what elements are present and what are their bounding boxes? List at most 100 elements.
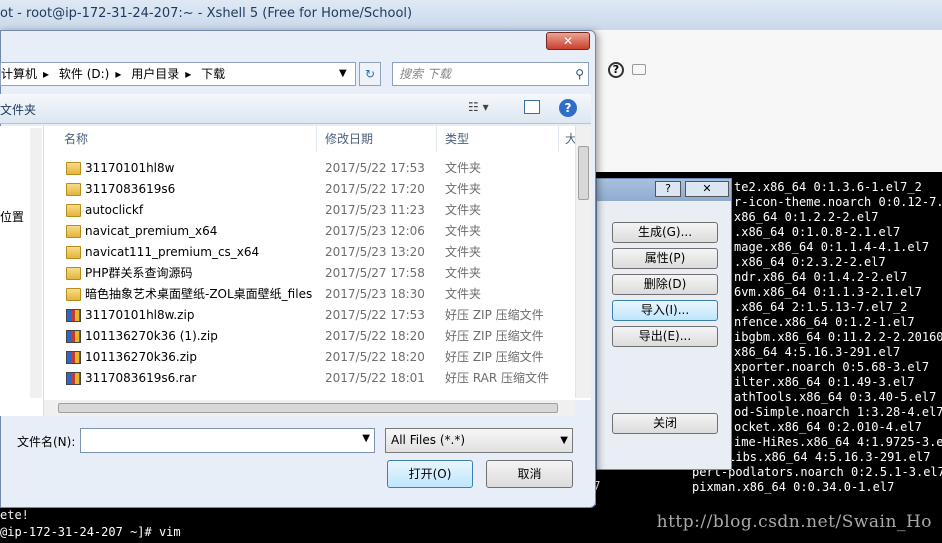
file-row[interactable]: 暗色抽象艺术桌面壁纸-ZOL桌面壁纸_files 2017/5/23 18:30 文… <box>44 284 574 305</box>
preview-pane-icon[interactable] <box>524 100 540 114</box>
folder-icon <box>66 267 81 280</box>
search-icon: ⚲ <box>575 67 584 81</box>
xshell-title-bar: ot - root@ip-172-31-24-207:~ - Xshell 5 … <box>0 0 942 30</box>
view-options-icon[interactable]: ☷ ▾ <box>468 100 489 114</box>
file-row[interactable]: 31170101hl8w.zip 2017/5/22 17:53 好压 ZIP 压缩… <box>44 305 574 326</box>
terminal-line: mage.x86_64 0:1.1.4-4.1.el7 <box>734 240 930 254</box>
delete-button[interactable]: 删除(D) <box>612 274 718 295</box>
open-button[interactable]: 打开(O) <box>387 460 473 488</box>
file-date: 2017/5/22 17:20 <box>325 182 425 196</box>
properties-button[interactable]: 属性(P) <box>612 248 718 269</box>
file-date: 2017/5/23 11:23 <box>325 203 425 217</box>
file-name: 3117083619s6 <box>85 182 176 196</box>
breadcrumb-chevron-icon: ▸ <box>115 67 122 81</box>
column-header-name[interactable]: 名称 <box>44 126 317 152</box>
folder-icon <box>66 288 81 301</box>
file-type: 文件夹 <box>445 182 482 196</box>
folder-icon <box>66 225 81 238</box>
file-row[interactable]: navicat_premium_x64 2017/5/23 12:06 文件夹 <box>44 221 574 242</box>
file-name: navicat111_premium_cs_x64 <box>85 245 260 259</box>
file-row[interactable]: PHP群关系查询源码 2017/5/27 17:58 文件夹 <box>44 263 574 284</box>
terminal-prompt: @ip-172-31-24-207 ~]# vim <box>0 525 181 539</box>
file-date: 2017/5/23 13:20 <box>325 245 425 259</box>
hscroll-thumb[interactable] <box>58 403 558 413</box>
terminal-line: ime-HiRes.x86_64 4:1.9725-3.el <box>734 435 942 449</box>
file-rows: 31170101hl8w 2017/5/22 17:53 文件夹 3117083619… <box>44 158 574 400</box>
file-date: 2017/5/27 17:58 <box>325 266 425 280</box>
file-type: 文件夹 <box>445 266 482 280</box>
close-icon[interactable]: ✕ <box>685 181 729 197</box>
folder-icon <box>66 204 81 217</box>
file-row[interactable]: 31170101hl8w 2017/5/22 17:53 文件夹 <box>44 158 574 179</box>
file-row[interactable]: 3117083619s6.rar 2017/5/22 18:01 好压 RAR 压缩… <box>44 368 574 389</box>
file-type-value: All Files (*.*) <box>391 433 466 447</box>
file-type-dropdown-icon: ▼ <box>560 435 568 446</box>
terminal-line: nfence.x86_64 0:1.2-1.el7 <box>734 315 915 329</box>
terminal-line: x86_64 4:5.16.3-291.el7 <box>734 345 901 359</box>
file-type-select[interactable]: All Files (*.*) ▼ <box>385 428 573 453</box>
close-button[interactable]: 关闭 <box>612 413 718 434</box>
folder-icon <box>66 162 81 175</box>
navigation-pane[interactable]: 位置 <box>0 126 44 416</box>
terminal-line: ndr.x86_64 0:1.4.2-2.el7 <box>734 270 908 284</box>
help-button[interactable]: ? <box>655 181 681 197</box>
folder-icon <box>66 246 81 259</box>
breadcrumb-chevron-icon: ▸ <box>43 67 50 81</box>
nav-item-location[interactable]: 位置 <box>0 208 24 225</box>
file-type: 文件夹 <box>445 161 482 175</box>
search-input[interactable]: 搜索 下载 ⚲ <box>392 62 589 86</box>
file-row[interactable]: autoclickf 2017/5/23 11:23 文件夹 <box>44 200 574 221</box>
help-icon[interactable]: ? <box>608 62 624 78</box>
file-list: 名称 修改日期 类型 大 31170101hl8w 2017/5/22 17:53… <box>44 126 591 400</box>
export-button[interactable]: 导出(E)... <box>612 326 718 347</box>
file-type: 好压 ZIP 压缩文件 <box>445 308 544 322</box>
terminal-line: te2.x86_64 0:1.3.6-1.el7_2 <box>734 180 922 194</box>
file-row[interactable]: navicat111_premium_cs_x64 2017/5/23 13:20… <box>44 242 574 263</box>
filename-dropdown-icon[interactable]: ▼ <box>362 433 370 444</box>
scroll-thumb[interactable] <box>578 146 589 200</box>
refresh-icon[interactable]: ↻ <box>359 62 381 86</box>
terminal-line: xporter.noarch 0:5.68-3.el7 <box>734 360 930 374</box>
terminal-line: athTools.x86_64 0:3.40-5.el7 <box>734 390 937 404</box>
xshell-title: ot - root@ip-172-31-24-207:~ - Xshell 5 … <box>0 6 413 21</box>
nav-scrollbar[interactable] <box>30 128 42 398</box>
horizontal-scrollbar[interactable] <box>44 400 575 416</box>
file-date: 2017/5/22 18:20 <box>325 329 425 343</box>
file-row[interactable]: 3117083619s6 2017/5/22 17:20 文件夹 <box>44 179 574 200</box>
archive-icon <box>66 351 81 364</box>
filename-input[interactable]: ▼ <box>80 428 375 453</box>
key-manager-caption: ? ✕ <box>597 179 731 201</box>
terminal-line: .x86_64 0:1.0.8-2.1.el7 <box>734 225 901 239</box>
terminal-prompt-area[interactable]: ete! @ip-172-31-24-207 ~]# vim l7 <box>0 479 600 543</box>
column-header-type[interactable]: 类型 <box>437 126 559 152</box>
file-name: 暗色抽象艺术桌面壁纸-ZOL桌面壁纸_files <box>85 287 313 301</box>
terminal-line: ocket.x86_64 0:2.010-4.el7 <box>734 420 922 434</box>
file-type: 好压 ZIP 压缩文件 <box>445 350 544 364</box>
terminal-line: ilter.x86_64 0:1.49-3.el7 <box>734 375 915 389</box>
dialog-close-button[interactable]: ✕ <box>546 32 590 50</box>
address-bar[interactable]: 计算机 ▸ 软件 (D:) ▸ 用户目录 ▸ 下载 ▼ <box>0 62 356 86</box>
file-date: 2017/5/22 17:53 <box>325 308 425 322</box>
terminal-line: .x86_64 0:2.3.2-2.el7 <box>734 255 886 269</box>
address-dropdown-icon[interactable]: ▼ <box>339 63 347 85</box>
file-type: 文件夹 <box>445 287 482 301</box>
help-icon[interactable]: ? <box>559 99 577 117</box>
file-name: 101136270k36 (1).zip <box>85 329 218 343</box>
new-folder-button[interactable]: 文件夹 <box>0 101 36 118</box>
archive-icon <box>66 372 81 385</box>
file-row[interactable]: 101136270k36.zip 2017/5/22 18:20 好压 ZIP 压缩… <box>44 347 574 368</box>
terminal-line: ibgbm.x86_64 0:11.2.2-2.201606 <box>734 330 942 344</box>
breadcrumb-computer[interactable]: 计算机 <box>1 67 37 81</box>
file-type: 文件夹 <box>445 245 482 259</box>
breadcrumb-userdir[interactable]: 用户目录 <box>131 67 179 81</box>
breadcrumb-downloads[interactable]: 下载 <box>201 67 225 81</box>
file-name: PHP群关系查询源码 <box>85 266 193 280</box>
vertical-scrollbar[interactable] <box>575 126 591 398</box>
generate-button[interactable]: 生成(G)... <box>612 222 718 243</box>
file-row[interactable]: 101136270k36 (1).zip 2017/5/22 18:20 好压 ZI… <box>44 326 574 347</box>
chat-icon[interactable] <box>632 64 646 75</box>
cancel-button[interactable]: 取消 <box>486 460 573 488</box>
column-header-date[interactable]: 修改日期 <box>317 126 437 152</box>
import-button[interactable]: 导入(I)... <box>612 300 718 321</box>
breadcrumb-drive[interactable]: 软件 (D:) <box>59 67 109 81</box>
